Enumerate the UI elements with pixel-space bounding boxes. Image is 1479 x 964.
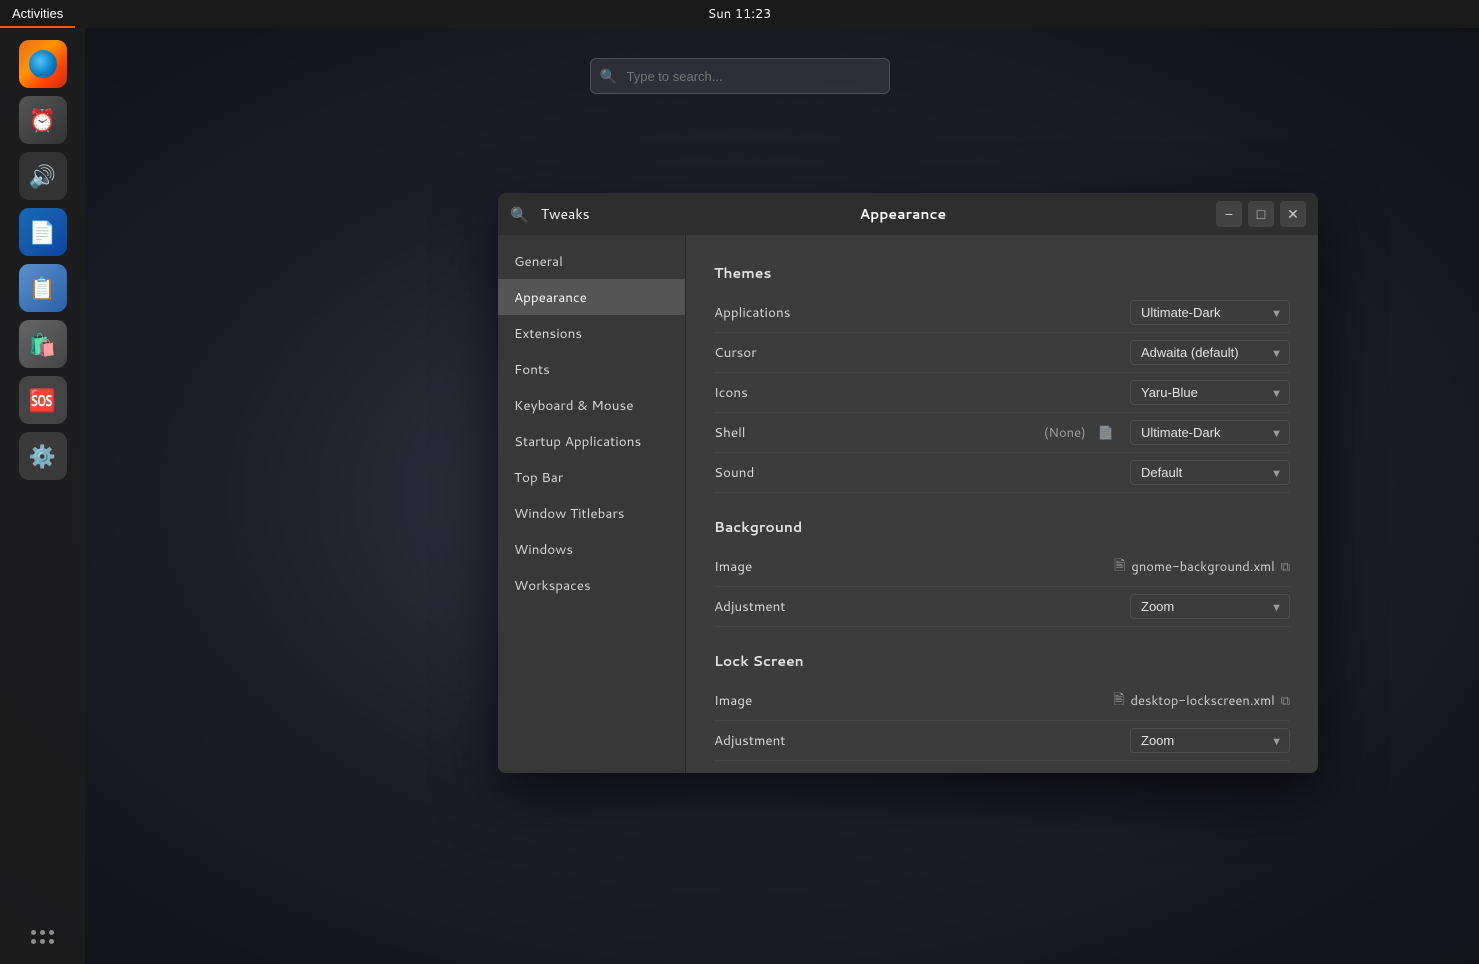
sidebar-item-extensions[interactable]: Extensions: [498, 315, 685, 351]
shell-dropdown[interactable]: Ultimate-Dark: [1130, 420, 1290, 445]
icons-dropdown-wrap: Yaru-Blue ▼: [1130, 380, 1290, 405]
sidebar-item-keyboard-mouse[interactable]: Keyboard & Mouse: [498, 387, 685, 423]
search-input[interactable]: [590, 58, 890, 94]
applications-label: Applications: [714, 303, 1130, 322]
sidebar-item-fonts[interactable]: Fonts: [498, 351, 685, 387]
applications-value: Ultimate-Dark ▼: [1130, 300, 1290, 325]
bg-image-copy-icon[interactable]: ⧉: [1281, 558, 1290, 576]
bg-image-value: 🖹 gnome-background.xml ⧉: [1114, 555, 1290, 579]
shell-value: (None) 📄 Ultimate-Dark ▼: [1044, 420, 1290, 445]
applications-dropdown-wrap: Ultimate-Dark ▼: [1130, 300, 1290, 325]
dock: ⏰ 🔊 📄 📋 🛍️ 🆘 ⚙️: [0, 28, 85, 964]
shell-row: Shell (None) 📄 Ultimate-Dark ▼: [714, 413, 1290, 453]
ls-adjustment-dropdown[interactable]: Zoom: [1130, 728, 1290, 753]
ls-adjustment-dropdown-wrap: Zoom ▼: [1130, 728, 1290, 753]
dock-dots: [31, 930, 54, 944]
dock-icon-firefox[interactable]: [19, 40, 67, 88]
content-area: Themes Applications Ultimate-Dark ▼: [686, 235, 1318, 773]
bg-image-row: Image 🖹 gnome-background.xml ⧉: [714, 547, 1290, 587]
minimize-button[interactable]: −: [1216, 201, 1242, 227]
close-button[interactable]: ✕: [1280, 201, 1306, 227]
ls-adjustment-row: Adjustment Zoom ▼: [714, 721, 1290, 761]
cursor-dropdown[interactable]: Adwaita (default): [1130, 340, 1290, 365]
ls-image-value: 🖹 desktop-lockscreen.xml ⧉: [1113, 689, 1290, 713]
tweaks-window: 🔍 Tweaks Appearance − □ ✕ GeneralAppeara…: [498, 193, 1318, 773]
background-section-title: Background: [714, 517, 1290, 537]
ls-image-copy-icon[interactable]: ⧉: [1281, 692, 1290, 710]
window-page-title: Appearance: [590, 204, 1216, 224]
bg-adjustment-dropdown[interactable]: Zoom: [1130, 594, 1290, 619]
bg-adjustment-value: Zoom ▼: [1130, 594, 1290, 619]
bg-image-file-icon: 🖹: [1114, 555, 1125, 579]
desktop: ⏰ 🔊 📄 📋 🛍️ 🆘 ⚙️ 🔍: [0, 28, 1479, 964]
clock: Sun 11:23: [708, 5, 772, 23]
bg-image-filename: gnome-background.xml: [1131, 558, 1274, 576]
sidebar: GeneralAppearanceExtensionsFontsKeyboard…: [498, 235, 686, 773]
sound-value: Default ▼: [1130, 460, 1290, 485]
lock-screen-section-title: Lock Screen: [714, 651, 1290, 671]
dock-icon-writer[interactable]: 📄: [19, 208, 67, 256]
maximize-button[interactable]: □: [1248, 201, 1274, 227]
cursor-dropdown-wrap: Adwaita (default) ▼: [1130, 340, 1290, 365]
bg-adjustment-row: Adjustment Zoom ▼: [714, 587, 1290, 627]
topbar: Activities Sun 11:23: [0, 0, 1479, 28]
titlebar-search-icon: 🔍: [510, 204, 529, 225]
icons-value: Yaru-Blue ▼: [1130, 380, 1290, 405]
sidebar-item-top-bar[interactable]: Top Bar: [498, 459, 685, 495]
window-controls: − □ ✕: [1216, 201, 1306, 227]
ls-image-filename: desktop-lockscreen.xml: [1131, 692, 1275, 710]
shell-none-text: (None): [1044, 424, 1086, 442]
icons-dropdown[interactable]: Yaru-Blue: [1130, 380, 1290, 405]
applications-dropdown[interactable]: Ultimate-Dark: [1130, 300, 1290, 325]
shell-label: Shell: [714, 423, 1044, 442]
dock-icon-clock[interactable]: ⏰: [19, 96, 67, 144]
shell-dropdown-wrap: Ultimate-Dark ▼: [1130, 420, 1290, 445]
cursor-label: Cursor: [714, 343, 1130, 362]
activities-button[interactable]: Activities: [0, 0, 75, 28]
shell-document-icon: 📄: [1098, 424, 1114, 442]
tweaks-title: Tweaks: [541, 204, 590, 224]
dock-icon-appstore[interactable]: 🛍️: [19, 320, 67, 368]
sound-label: Sound: [714, 463, 1130, 482]
themes-section-title: Themes: [714, 263, 1290, 283]
icons-row: Icons Yaru-Blue ▼: [714, 373, 1290, 413]
window-body: GeneralAppearanceExtensionsFontsKeyboard…: [498, 235, 1318, 773]
bg-adjustment-label: Adjustment: [714, 597, 1130, 616]
ls-image-row: Image 🖹 desktop-lockscreen.xml ⧉: [714, 681, 1290, 721]
dock-icon-sound[interactable]: 🔊: [19, 152, 67, 200]
bg-adjustment-dropdown-wrap: Zoom ▼: [1130, 594, 1290, 619]
ls-adjustment-value: Zoom ▼: [1130, 728, 1290, 753]
ls-adjustment-label: Adjustment: [714, 731, 1130, 750]
dock-icon-help[interactable]: 🆘: [19, 376, 67, 424]
applications-row: Applications Ultimate-Dark ▼: [714, 293, 1290, 333]
cursor-row: Cursor Adwaita (default) ▼: [714, 333, 1290, 373]
sound-dropdown-wrap: Default ▼: [1130, 460, 1290, 485]
window-titlebar: 🔍 Tweaks Appearance − □ ✕: [498, 193, 1318, 235]
search-bar-container: 🔍: [590, 58, 890, 94]
icons-label: Icons: [714, 383, 1130, 402]
sidebar-item-general[interactable]: General: [498, 243, 685, 279]
cursor-value: Adwaita (default) ▼: [1130, 340, 1290, 365]
sidebar-item-windows[interactable]: Windows: [498, 531, 685, 567]
dock-icon-notes[interactable]: 📋: [19, 264, 67, 312]
sidebar-item-startup-applications[interactable]: Startup Applications: [498, 423, 685, 459]
sidebar-item-window-titlebars[interactable]: Window Titlebars: [498, 495, 685, 531]
sound-dropdown[interactable]: Default: [1130, 460, 1290, 485]
ls-image-file-icon: 🖹: [1113, 689, 1124, 713]
bg-image-label: Image: [714, 557, 1114, 576]
search-icon: 🔍: [600, 66, 617, 86]
ls-image-label: Image: [714, 691, 1113, 710]
sidebar-item-workspaces[interactable]: Workspaces: [498, 567, 685, 603]
sidebar-item-appearance[interactable]: Appearance: [498, 279, 685, 315]
sound-row: Sound Default ▼: [714, 453, 1290, 493]
dock-icon-settings[interactable]: ⚙️: [19, 432, 67, 480]
